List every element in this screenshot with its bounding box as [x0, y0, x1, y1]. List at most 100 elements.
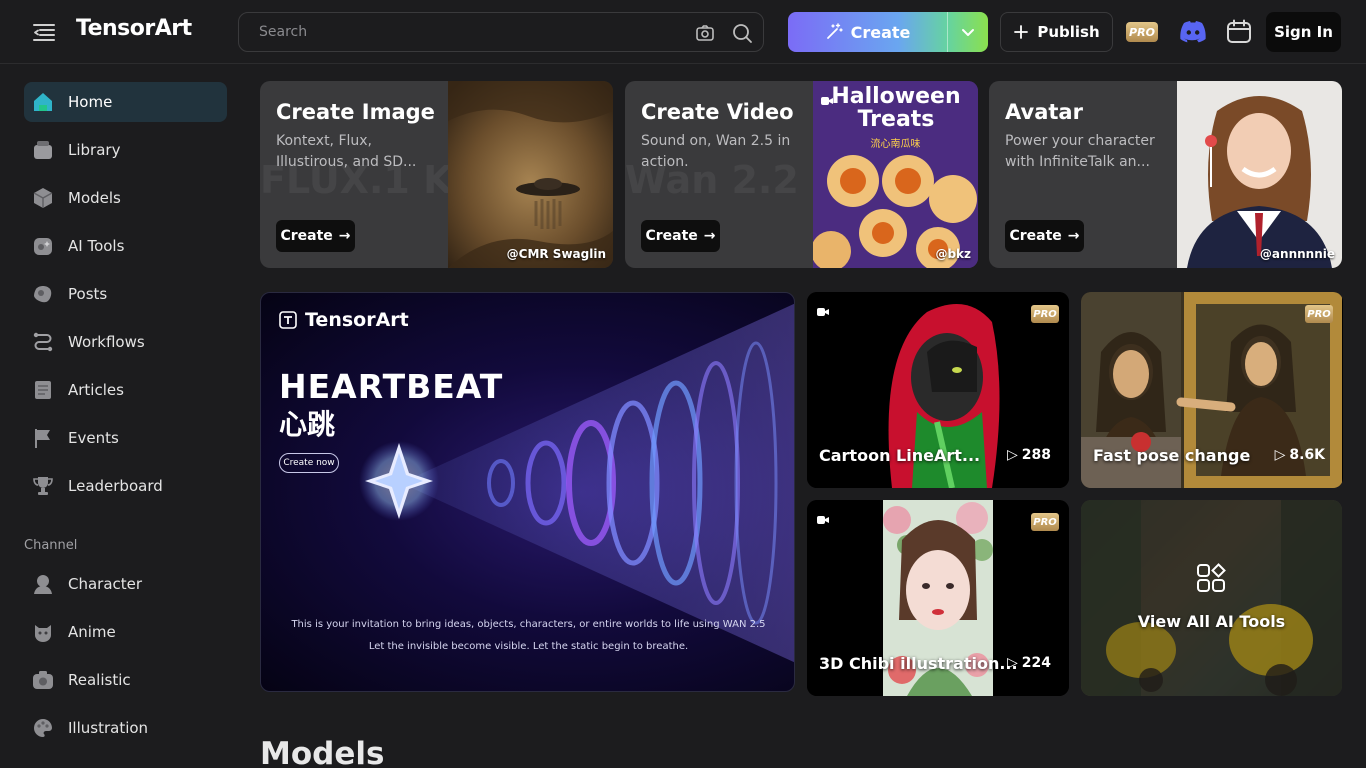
sidebar-item-label: Anime: [68, 623, 116, 641]
arrow-right-icon: →: [338, 228, 351, 244]
halloween-cookies-image: Halloween Treats 流心南瓜味: [813, 81, 978, 268]
posts-icon: [32, 283, 54, 305]
sidebar-item-articles[interactable]: Articles: [24, 370, 227, 410]
sidebar-item-label: Leaderboard: [68, 477, 163, 495]
magic-wand-icon: [826, 23, 843, 39]
play-count-value: 8.6K: [1289, 447, 1325, 463]
sidebar-item-label: Events: [68, 429, 119, 447]
arrow-right-icon: →: [1067, 228, 1080, 244]
trophy-icon: [32, 475, 54, 497]
discord-icon[interactable]: [1178, 19, 1208, 45]
card-title: Avatar: [1005, 100, 1083, 124]
create-now-button[interactable]: Create now: [279, 453, 339, 473]
banner-text-line-1: This is your invitation to bring ideas, …: [291, 619, 766, 630]
card-title: Create Image: [276, 100, 435, 124]
camera-icon[interactable]: [695, 23, 715, 43]
sidebar-item-leaderboard[interactable]: Leaderboard: [24, 466, 227, 506]
sidebar-item-label: Illustration: [68, 719, 149, 737]
overlay-title: Halloween Treats: [831, 84, 961, 132]
sidebar-item-anime[interactable]: Anime: [24, 612, 227, 652]
models-section-title: Models: [260, 736, 385, 768]
sidebar-item-ai-tools[interactable]: AI Tools: [24, 226, 227, 266]
palette-icon: [32, 717, 54, 739]
search-box: [238, 12, 764, 52]
search-input[interactable]: [259, 13, 679, 51]
play-count: ▷ 8.6K: [1275, 447, 1325, 463]
create-video-button[interactable]: Create →: [641, 220, 720, 252]
publish-label: Publish: [1037, 23, 1100, 41]
banner-logo: TensorArt: [279, 309, 409, 331]
pro-badge: PRO: [1305, 305, 1333, 323]
avatar-portrait-image: [1177, 81, 1342, 268]
button-label: Create: [1009, 228, 1062, 244]
sidebar-item-character[interactable]: Character: [24, 564, 227, 604]
sidebar-item-library[interactable]: Library: [24, 130, 227, 170]
overlay-subtitle: 流心南瓜味: [870, 139, 921, 150]
sign-in-button[interactable]: Sign In: [1266, 12, 1341, 52]
create-video-card[interactable]: Wan 2.2 LTX Sk Yuan Co CogVideoX Create …: [625, 81, 978, 268]
search-icon[interactable]: [731, 22, 753, 44]
sidebar-item-label: Workflows: [68, 333, 145, 351]
play-count-value: 288: [1021, 447, 1051, 463]
sidebar-item-illustration[interactable]: Illustration: [24, 708, 227, 748]
tool-label: Fast pose change: [1093, 446, 1251, 465]
create-image-card[interactable]: FLUX.1 Kont Qwen-Ima SD Anime Create Ima…: [260, 81, 613, 268]
library-icon: [32, 139, 54, 161]
create-dropdown-button[interactable]: [948, 12, 988, 52]
logo[interactable]: TensorArt: [76, 16, 192, 41]
button-label: Create: [645, 228, 698, 244]
tool-card-fast-pose-change[interactable]: PRO Fast pose change ▷ 8.6K: [1081, 292, 1343, 488]
tool-label: 3D Chibi illustration...: [819, 654, 1018, 673]
play-icon: ▷: [1006, 447, 1018, 463]
view-all-label: View All AI Tools: [1137, 612, 1286, 631]
sidebar-item-realistic[interactable]: Realistic: [24, 660, 227, 700]
article-icon: [32, 379, 54, 401]
flag-icon: [32, 427, 54, 449]
home-icon: [32, 91, 54, 113]
pro-badge: PRO: [1031, 513, 1059, 531]
view-all-ai-tools-card[interactable]: View All AI Tools: [1081, 500, 1342, 696]
button-label: Create: [280, 228, 333, 244]
ai-tools-icon: [32, 235, 54, 257]
video-icon: [817, 302, 829, 316]
sidebar-item-label: Models: [68, 189, 121, 207]
sidebar: Home Library Models AI Tools Posts Workf…: [0, 65, 240, 768]
workflow-icon: [32, 331, 54, 353]
sidebar-item-workflows[interactable]: Workflows: [24, 322, 227, 362]
calendar-icon[interactable]: [1226, 19, 1252, 45]
chevron-down-icon: [962, 29, 974, 36]
create-button-label: Create: [850, 22, 911, 42]
publish-button[interactable]: Publish: [1000, 12, 1113, 52]
top-bar: TensorArt Create Publish PRO Sign In: [0, 0, 1366, 64]
channel-section-title: Channel: [24, 538, 78, 553]
sidebar-item-label: Articles: [68, 381, 124, 399]
card-title: Create Video: [641, 100, 794, 124]
image-credit: @annnnnie: [1259, 247, 1335, 261]
character-icon: [32, 573, 54, 595]
menu-toggle-icon[interactable]: [30, 20, 58, 44]
sidebar-item-home[interactable]: Home: [24, 82, 227, 122]
tool-card-cartoon-lineart[interactable]: PRO Cartoon LineArt... ▷ 288: [807, 292, 1069, 488]
camera-icon: [32, 669, 54, 691]
plus-icon: [1014, 25, 1029, 39]
tool-card-3d-chibi[interactable]: PRO 3D Chibi illustration... ▷ 224: [807, 500, 1069, 696]
create-button[interactable]: Create: [788, 12, 988, 52]
sidebar-item-label: Character: [68, 575, 143, 593]
create-avatar-button[interactable]: Create →: [1005, 220, 1084, 252]
sidebar-item-posts[interactable]: Posts: [24, 274, 227, 314]
anime-icon: [32, 621, 54, 643]
sidebar-item-models[interactable]: Models: [24, 178, 227, 218]
sidebar-item-label: Home: [68, 93, 113, 111]
sidebar-item-events[interactable]: Events: [24, 418, 227, 458]
sidebar-item-label: Posts: [68, 285, 108, 303]
avatar-card[interactable]: Avatar Power your character with Infinit…: [989, 81, 1342, 268]
pro-badge[interactable]: PRO: [1126, 22, 1158, 42]
play-count: ▷ 288: [1007, 447, 1051, 463]
image-credit: @bkz: [935, 247, 971, 261]
card-description: Kontext, Flux, Illustirous, and SD...: [276, 133, 417, 170]
create-button-main[interactable]: Create: [788, 12, 947, 52]
card-description: Sound on, Wan 2.5 in action.: [641, 133, 791, 170]
create-image-button[interactable]: Create →: [276, 220, 355, 252]
play-icon: ▷: [1006, 655, 1018, 671]
heartbeat-banner[interactable]: TensorArt HEARTBEAT 心跳 Create now This i…: [260, 292, 795, 692]
